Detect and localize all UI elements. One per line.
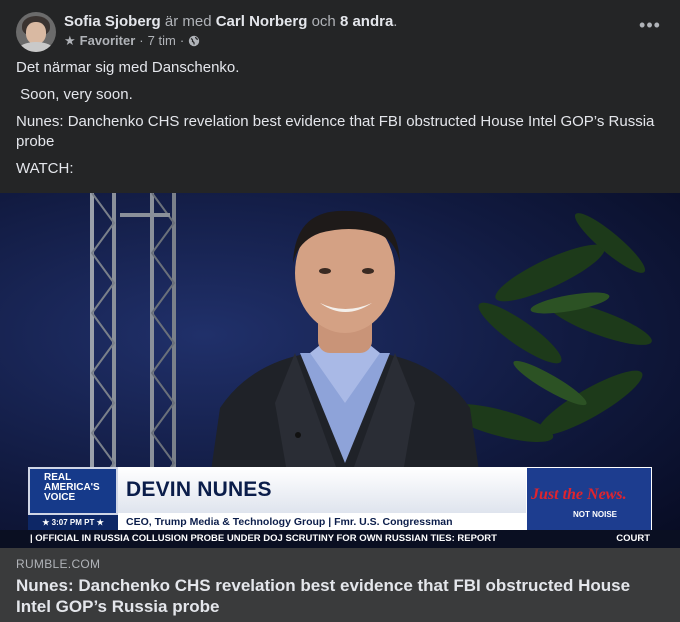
rav-logo: REAL AMERICA'S VOICE: [28, 467, 118, 515]
post-text-line: Nunes: Danchenko CHS revelation best evi…: [16, 113, 655, 150]
news-ticker: | OFFICIAL IN RUSSIA COLLUSION PROBE UND…: [0, 530, 680, 548]
author-name[interactable]: Sofia Sjoberg: [64, 13, 161, 30]
period: .: [393, 13, 398, 30]
audience-label[interactable]: Favoriter: [80, 33, 136, 49]
chyron-name: DEVIN NUNES: [118, 467, 526, 513]
news-chyron: REAL AMERICA'S VOICE ★ 3:07 PM PT ★ DEVI…: [28, 467, 652, 531]
link-domain: RUMBLE.COM: [16, 557, 101, 571]
tagged-person[interactable]: Carl Norberg: [216, 13, 308, 30]
others-link[interactable]: 8 andra: [340, 13, 393, 30]
separator: ·: [179, 33, 185, 48]
separator: ·: [139, 33, 144, 48]
post-text-line: Soon, very soon.: [16, 86, 133, 103]
more-options-icon[interactable]: •••: [636, 16, 664, 40]
post-text-line: Det närmar sig med Danschenko.: [16, 59, 240, 76]
video-thumbnail[interactable]: REAL AMERICA'S VOICE ★ 3:07 PM PT ★ DEVI…: [0, 193, 680, 548]
with-text: är med: [164, 13, 212, 30]
post-time[interactable]: 7 tim: [148, 33, 176, 49]
just-the-news-logo: Just the News. NOT NOISE: [526, 467, 652, 531]
author-avatar[interactable]: [16, 12, 56, 52]
link-preview[interactable]: RUMBLE.COM Nunes: Danchenko CHS revelati…: [0, 548, 680, 622]
star-icon: ★: [64, 33, 76, 48]
globe-icon: [188, 35, 200, 47]
post-card: Sofia Sjoberg är med Carl Norberg och 8 …: [0, 0, 680, 622]
post-author-line: Sofia Sjoberg är med Carl Norberg och 8 …: [64, 12, 397, 32]
chyron-time: ★ 3:07 PM PT ★: [28, 515, 118, 531]
post-header: Sofia Sjoberg är med Carl Norberg och 8 …: [16, 12, 664, 54]
post-text: Det närmar sig med Danschenko. Soon, ver…: [16, 58, 664, 186]
post-meta: ★ Favoriter · 7 tim ·: [64, 33, 200, 49]
and-text: och: [311, 13, 336, 30]
chyron-title: CEO, Trump Media & Technology Group | Fm…: [118, 513, 526, 531]
post-text-line: WATCH:: [16, 160, 74, 177]
link-title[interactable]: Nunes: Danchenko CHS revelation best evi…: [16, 575, 660, 617]
